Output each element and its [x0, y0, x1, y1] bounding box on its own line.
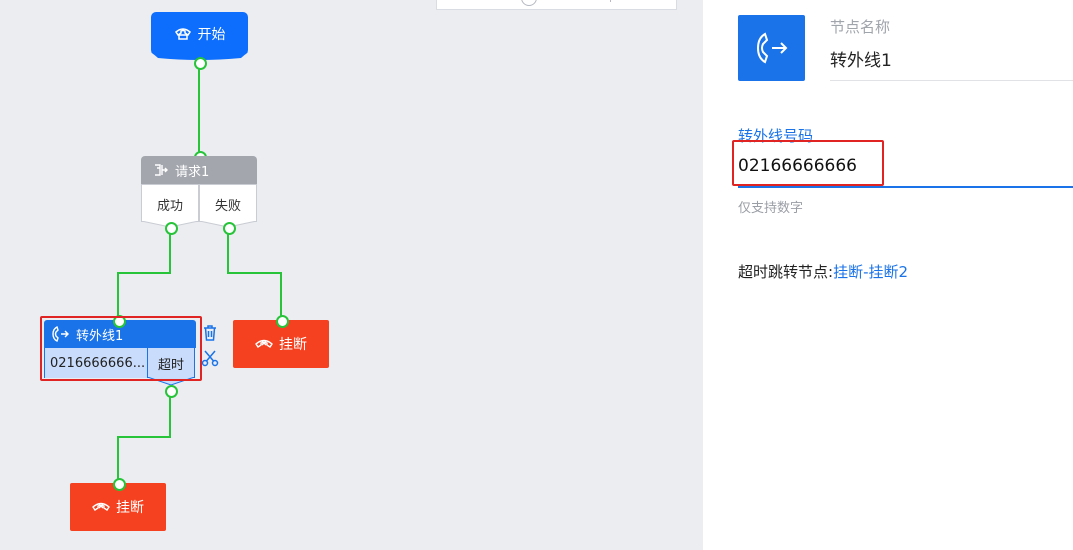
node-name-underline — [830, 80, 1073, 81]
timeout-jump-label: 超时跳转节点: — [738, 263, 834, 281]
success-output-port[interactable] — [165, 222, 178, 235]
timeout-jump-row: 超时跳转节点:挂断-挂断2 — [738, 261, 908, 282]
transfer-node-highlight — [40, 316, 202, 381]
hangup-icon — [92, 502, 110, 511]
hangup-icon — [255, 339, 273, 348]
transfer-number-hint: 仅支持数字 — [738, 201, 804, 216]
request-branch-pointers — [141, 221, 257, 228]
trash-icon[interactable] — [201, 324, 219, 342]
hangup-bottom-label: 挂断 — [116, 500, 144, 516]
node-name-field[interactable]: 转外线1 — [830, 46, 892, 71]
connector-fail-hangup — [227, 227, 282, 320]
hangup-right-input-port[interactable] — [276, 315, 289, 328]
node-type-icon — [738, 15, 805, 81]
request-branch-success[interactable]: 成功 — [141, 184, 199, 222]
connector-timeout-hangup — [117, 390, 171, 483]
request-node-header[interactable]: 请求1 — [141, 156, 257, 184]
node-name-label: 节点名称 — [830, 18, 891, 36]
scissors-icon[interactable] — [201, 349, 219, 367]
branch-success-label: 成功 — [156, 199, 183, 214]
request-branch-fail[interactable]: 失败 — [199, 184, 257, 222]
branch-fail-label: 失败 — [214, 199, 241, 214]
node-properties-panel: 节点名称 转外线1 转外线号码 仅支持数字 超时跳转节点:挂断-挂断2 — [703, 0, 1073, 550]
start-node-label: 开始 — [197, 26, 226, 43]
transfer-number-highlight — [732, 140, 884, 186]
transfer-number-underline — [738, 186, 1073, 188]
phone-forward-icon — [756, 32, 787, 64]
start-node[interactable]: 开始 — [151, 12, 248, 55]
flow-canvas[interactable]: 开始 请求1 成功 失败 转外线1 0216666666... 超时 挂断 挂断 — [0, 0, 703, 550]
hangup-bottom-input-port[interactable] — [113, 478, 126, 491]
request-icon — [155, 164, 168, 176]
hangup-right-label: 挂断 — [279, 337, 307, 353]
flow-connectors — [117, 62, 282, 483]
start-output-port[interactable] — [194, 57, 207, 70]
phone-icon — [174, 27, 191, 40]
timeout-jump-link[interactable]: 挂断-挂断2 — [833, 263, 908, 281]
connector-success-transfer — [117, 227, 171, 320]
timeout-output-port[interactable] — [165, 385, 178, 398]
request-node-title: 请求1 — [175, 164, 210, 180]
fail-output-port[interactable] — [223, 222, 236, 235]
